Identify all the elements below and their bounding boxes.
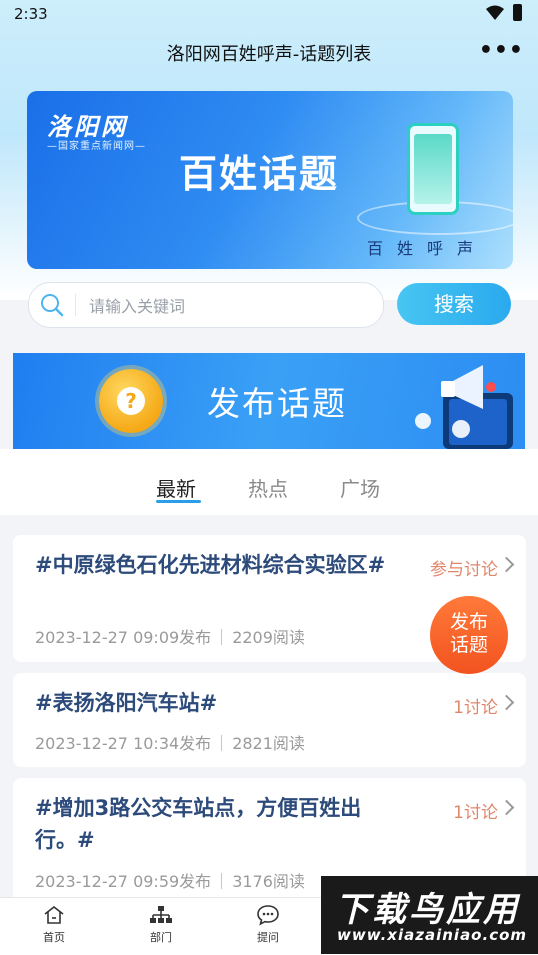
watermark-logo: 下载鸟应用 www.xiazainiao.com	[321, 876, 538, 954]
fab-label-line2: 话题	[449, 634, 488, 656]
fab-label-line1: 发布	[449, 611, 488, 633]
watermark-title: 下载鸟应用	[335, 890, 520, 930]
tab-latest[interactable]: 最新	[156, 473, 196, 502]
chevron-right-icon	[498, 694, 515, 711]
banner-title: 百姓话题	[179, 152, 340, 196]
publish-topic-label: 发布话题	[207, 384, 347, 423]
nav-home[interactable]: 首页	[24, 904, 84, 945]
search-icon	[41, 294, 64, 317]
banner-tagline: 百姓呼声	[366, 239, 487, 258]
chevron-right-icon	[498, 556, 515, 573]
title-bar: 洛阳网百姓呼声-话题列表 •••	[0, 30, 538, 74]
topic-action[interactable]: 1讨论	[453, 798, 498, 823]
nav-home-label: 首页	[43, 931, 65, 944]
topic-title[interactable]: #增加3路公交车站点，方便百姓出行。#	[35, 792, 395, 856]
topic-action[interactable]: 参与讨论	[430, 555, 498, 580]
org-chart-icon	[150, 906, 172, 923]
topic-reads: 3176阅读	[232, 872, 305, 891]
topic-title[interactable]: #中原绿色石化先进材料综合实验区#	[35, 549, 395, 581]
topic-meta: 2023-12-27 09:59发布 3176阅读	[35, 868, 305, 892]
tab-square[interactable]: 广场	[340, 473, 380, 502]
topic-date: 2023-12-27 09:59发布	[35, 872, 212, 891]
topic-date: 2023-12-27 10:34发布	[35, 734, 212, 753]
watermark-url: www.xiazainiao.com	[337, 926, 528, 944]
search-box	[28, 282, 384, 329]
topic-action[interactable]: 1讨论	[453, 693, 498, 718]
more-menu-button[interactable]: •••	[479, 38, 524, 63]
wifi-icon	[486, 5, 504, 20]
megaphone-icon	[415, 365, 513, 449]
nav-ask-label: 提问	[257, 931, 279, 944]
publish-topic-banner[interactable]: ? 发布话题	[13, 353, 525, 449]
topic-card[interactable]: #表扬洛阳汽车站# 1讨论 2023-12-27 10:34发布 2821阅读	[13, 673, 526, 767]
tab-active-indicator	[156, 500, 201, 503]
battery-icon	[513, 4, 522, 21]
search-button[interactable]: 搜索	[397, 283, 511, 325]
home-icon	[44, 905, 64, 924]
phone-illustration	[407, 123, 459, 215]
status-bar: 2:33	[0, 0, 538, 28]
publish-topic-fab[interactable]: 发布 话题	[430, 596, 508, 674]
nav-department-label: 部门	[150, 931, 172, 944]
nav-ask[interactable]: 提问	[238, 904, 298, 945]
topic-reads: 2209阅读	[232, 628, 305, 647]
nav-department[interactable]: 部门	[131, 904, 191, 945]
topic-meta: 2023-12-27 10:34发布 2821阅读	[35, 730, 305, 754]
topic-date: 2023-12-27 09:09发布	[35, 628, 212, 647]
search-divider	[75, 294, 76, 316]
topic-meta: 2023-12-27 09:09发布 2209阅读	[35, 624, 305, 648]
search-input[interactable]	[87, 283, 371, 329]
topic-banner[interactable]: 洛阳网 —国家重点新闻网— 百姓话题 百姓呼声	[27, 91, 513, 269]
status-time: 2:33	[14, 5, 48, 23]
topic-reads: 2821阅读	[232, 734, 305, 753]
topic-title[interactable]: #表扬洛阳汽车站#	[35, 687, 395, 719]
chat-icon	[257, 905, 279, 926]
banner-logo-subtitle: —国家重点新闻网—	[47, 141, 146, 152]
tab-hot[interactable]: 热点	[248, 473, 288, 502]
page-title: 洛阳网百姓呼声-话题列表	[166, 44, 372, 65]
chevron-right-icon	[498, 799, 515, 816]
tab-bar: 最新 热点 广场	[0, 449, 538, 515]
question-icon: ?	[99, 369, 163, 433]
